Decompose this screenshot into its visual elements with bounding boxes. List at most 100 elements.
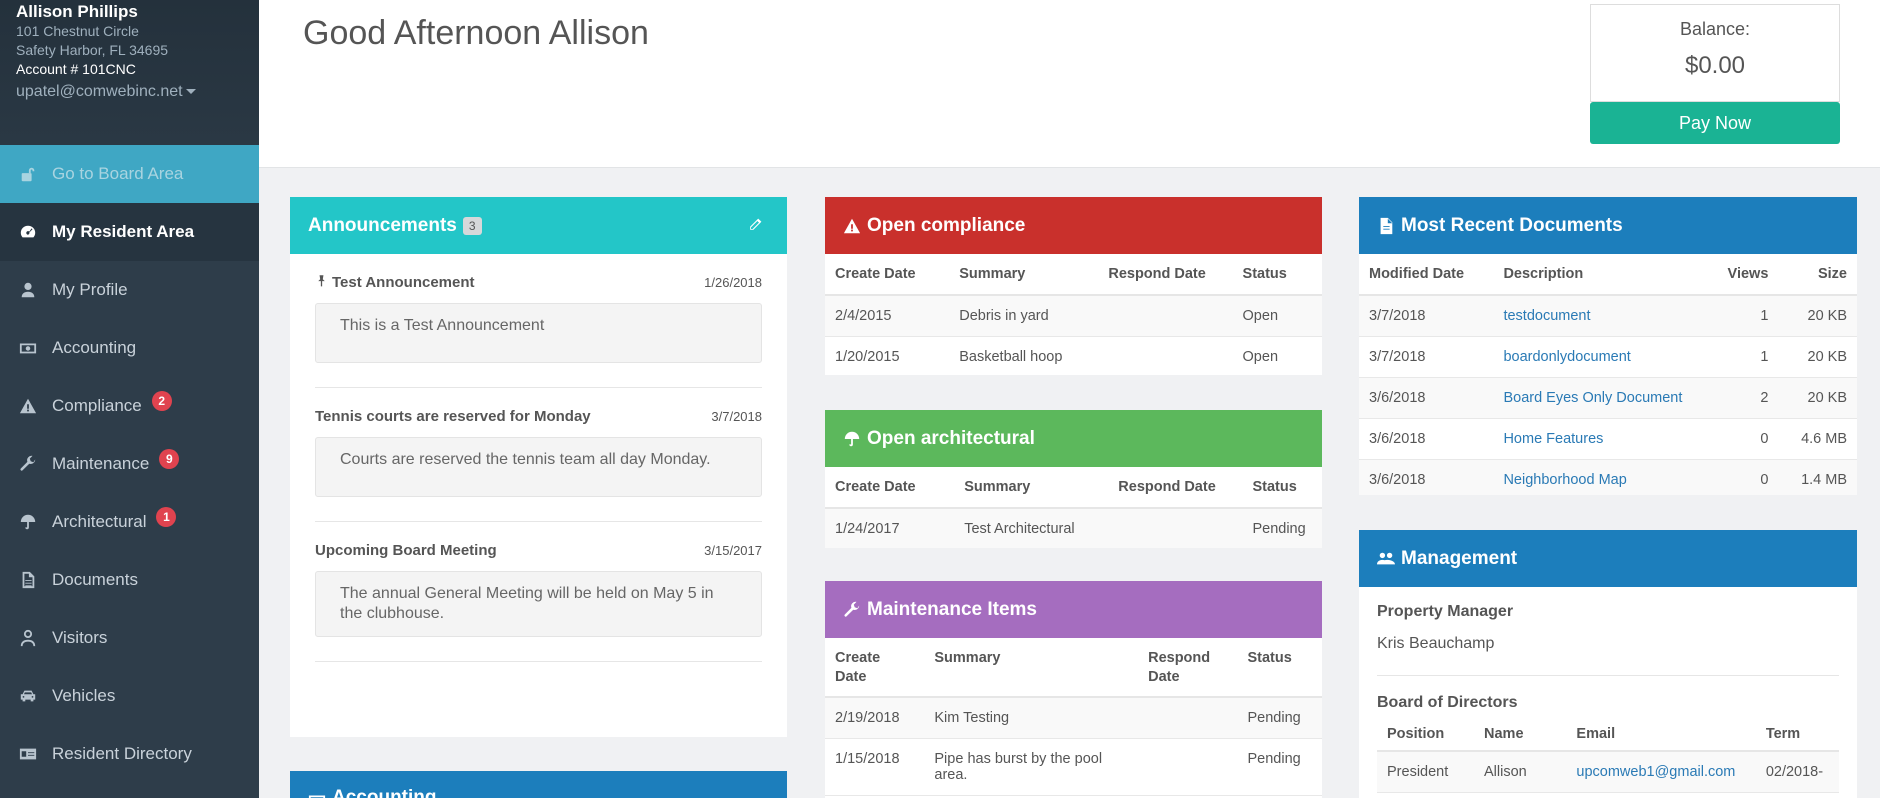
- accounting-title: Accounting: [332, 787, 437, 798]
- documents-header: Most Recent Documents: [1359, 197, 1857, 254]
- announcement-title[interactable]: Upcoming Board Meeting: [315, 542, 497, 559]
- board-email-link[interactable]: upcomweb1@gmail.com: [1566, 751, 1756, 793]
- sidebar-item-accounting[interactable]: Accounting: [0, 319, 259, 377]
- cell-size: 20 KB: [1778, 295, 1857, 337]
- announcement-body: This is a Test Announcement: [315, 303, 762, 363]
- column-header: Respond Date: [1098, 254, 1233, 296]
- table-row[interactable]: 1/20/2015 Basketball hoop Open: [825, 336, 1322, 375]
- column-header: Summary: [954, 467, 1109, 509]
- column-header: Views: [1717, 254, 1779, 296]
- column-header: Size: [1778, 254, 1857, 296]
- maintenance-count-badge: 9: [159, 449, 180, 469]
- document-link[interactable]: boardonlydocument: [1493, 336, 1718, 378]
- sidebar-item-maintenance[interactable]: Maintenance 9: [0, 435, 259, 493]
- column-header: Create Date: [825, 467, 955, 509]
- column-header: Status: [1237, 638, 1322, 698]
- document-link[interactable]: testdocument: [1493, 295, 1718, 337]
- table-row: 3/7/2018 boardonlydocument 1 20 KB: [1359, 336, 1857, 378]
- announcement-title[interactable]: Tennis courts are reserved for Monday: [315, 408, 591, 425]
- column-header: Status: [1232, 254, 1322, 296]
- table-row[interactable]: 1/15/2018 Pipe has burst by the pool are…: [825, 738, 1322, 796]
- column-header: Name: [1474, 718, 1567, 752]
- sidebar-item-visitors[interactable]: Visitors: [0, 609, 259, 667]
- table-row: 3/7/2018 testdocument 1 20 KB: [1359, 295, 1857, 337]
- sidebar-item-label: My Profile: [52, 280, 128, 299]
- sidebar: Allison Phillips 101 Chestnut Circle Saf…: [0, 0, 259, 798]
- cell-status: Pending: [1242, 508, 1322, 548]
- cell-summary: Pipe has burst by the pool area.: [924, 738, 1139, 796]
- cell-respond-date: [1098, 336, 1233, 375]
- sidebar-item-documents[interactable]: Documents: [0, 551, 259, 609]
- column-header: Summary: [924, 638, 1139, 698]
- go-to-board-area-link[interactable]: Go to Board Area: [0, 145, 259, 203]
- sidebar-item-vehicles[interactable]: Vehicles: [0, 667, 259, 725]
- management-panel: Management Property Manager Kris Beaucha…: [1359, 530, 1857, 798]
- cell-size: 20 KB: [1778, 336, 1857, 378]
- announcement-title[interactable]: Test Announcement: [315, 274, 475, 291]
- dashboard-icon: [18, 222, 38, 242]
- cell-position: President: [1377, 751, 1475, 793]
- user-address-line2: Safety Harbor, FL 34695: [16, 42, 169, 58]
- announcement-date: 1/26/2018: [704, 275, 762, 290]
- compliance-count-badge: 2: [151, 391, 172, 411]
- architectural-header: Open architectural: [825, 410, 1322, 467]
- cell-summary: Basketball hoop: [949, 336, 1099, 375]
- column-header: Email: [1566, 718, 1756, 752]
- document-link[interactable]: Board Eyes Only Document: [1493, 377, 1718, 419]
- wrench-icon: [844, 601, 860, 617]
- column-header: Respond Date: [1138, 638, 1238, 698]
- cell-create-date: 1/20/2015: [825, 336, 950, 375]
- announcement-body: Courts are reserved the tennis team all …: [315, 437, 762, 497]
- announcements-list: Test Announcement 1/26/2018 This is a Te…: [290, 254, 787, 662]
- cell-respond-date: [1138, 738, 1238, 796]
- documents-title: Most Recent Documents: [1401, 214, 1623, 236]
- sidebar-item-compliance[interactable]: Compliance 2: [0, 377, 259, 435]
- pay-now-button[interactable]: Pay Now: [1590, 102, 1840, 144]
- document-link[interactable]: Neighborhood Map: [1493, 459, 1718, 495]
- file-icon: [1380, 217, 1393, 234]
- table-row[interactable]: 1/24/2017 Test Architectural Pending: [825, 508, 1322, 548]
- sidebar-item-label: Documents: [52, 570, 138, 589]
- cell-views: 0: [1717, 459, 1779, 495]
- column-header: Create Date: [825, 638, 925, 698]
- compliance-table: Create Date Summary Respond Date Status …: [825, 254, 1322, 375]
- sidebar-item-resident-directory[interactable]: Resident Directory: [0, 725, 259, 783]
- sidebar-item-my-resident-area[interactable]: My Resident Area: [0, 203, 259, 261]
- table-row[interactable]: 2/19/2018 Kim Testing Pending: [825, 697, 1322, 739]
- user-name: Allison Phillips: [16, 2, 138, 21]
- sidebar-item-label: Vehicles: [52, 686, 116, 705]
- architectural-count-badge: 1: [156, 507, 177, 527]
- warning-icon: [18, 396, 38, 416]
- cell-status: Open: [1232, 295, 1322, 337]
- cell-create-date: 1/24/2017: [825, 508, 955, 548]
- caret-down-icon: [185, 89, 196, 95]
- property-manager-label: Property Manager: [1377, 603, 1514, 620]
- sidebar-item-my-profile[interactable]: My Profile: [0, 261, 259, 319]
- id-card-icon: [18, 744, 38, 764]
- compliance-title: Open compliance: [867, 214, 1026, 236]
- table-row: 3/6/2018 Neighborhood Map 0 1.4 MB: [1359, 459, 1857, 495]
- management-header: Management: [1359, 530, 1857, 587]
- cell-create-date: 1/15/2018: [825, 738, 925, 796]
- announcement-date: 3/15/2017: [704, 543, 762, 558]
- balance-value: $0.00: [1684, 52, 1746, 79]
- announcement-item: Upcoming Board Meeting 3/15/2017 The ann…: [315, 522, 762, 662]
- sidebar-item-label: Visitors: [52, 628, 108, 647]
- go-to-board-area-label: Go to Board Area: [52, 164, 184, 183]
- cell-status: Pending: [1237, 738, 1322, 796]
- column-header: Summary: [949, 254, 1099, 296]
- cell-term: 02/2018-: [1755, 751, 1839, 793]
- user-icon: [18, 280, 38, 300]
- cell-summary: Debris in yard: [949, 295, 1099, 337]
- sidebar-item-architectural[interactable]: Architectural 1: [0, 493, 259, 551]
- document-link[interactable]: Home Features: [1493, 418, 1718, 460]
- cell-respond-date: [1138, 697, 1238, 739]
- pencil-icon[interactable]: [747, 217, 769, 239]
- user-email-dropdown[interactable]: upatel@comwebinc.net: [16, 81, 243, 103]
- table-row[interactable]: 2/4/2015 Debris in yard Open: [825, 295, 1322, 337]
- cell-status: Open: [1232, 336, 1322, 375]
- maintenance-panel: Maintenance Items Create Date Summary Re…: [825, 581, 1322, 798]
- column-header: Position: [1377, 718, 1475, 752]
- architectural-table: Create Date Summary Respond Date Status …: [825, 467, 1322, 548]
- announcements-title: Announcements: [308, 214, 457, 236]
